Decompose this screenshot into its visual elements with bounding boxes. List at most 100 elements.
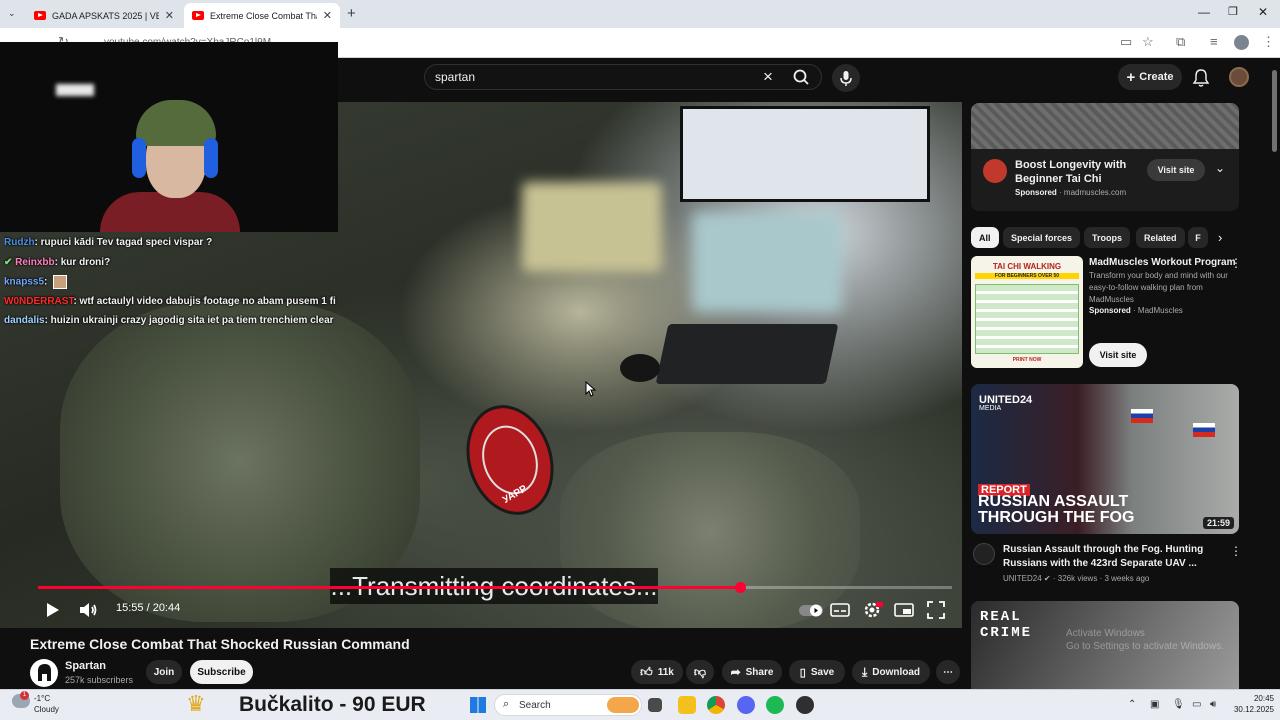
windows-start-icon[interactable]: [470, 697, 486, 713]
search-button[interactable]: [780, 64, 822, 90]
clock-date[interactable]: 30.12.2025: [1230, 705, 1274, 714]
create-button[interactable]: + Create: [1118, 64, 1182, 90]
promo-visit-site-button[interactable]: Visit site: [1089, 343, 1147, 367]
microphone-icon[interactable]: 🎙︎: [1172, 699, 1185, 710]
notifications-bell-icon[interactable]: [1192, 68, 1210, 88]
promo-menu-kebab-icon[interactable]: ⋮: [1230, 256, 1242, 270]
task-view-icon[interactable]: [648, 698, 662, 712]
advertiser-logo: [983, 159, 1007, 183]
join-button[interactable]: Join: [146, 660, 182, 684]
chevron-right-icon[interactable]: ›: [1218, 230, 1222, 245]
new-tab-button[interactable]: +: [347, 5, 356, 22]
dislike-button[interactable]: 👎︎: [686, 660, 714, 684]
voice-search-button[interactable]: [832, 64, 860, 92]
spotify-icon[interactable]: [766, 696, 784, 714]
promo-title[interactable]: MadMuscles Workout Program: [1089, 257, 1236, 268]
rec-channel-name[interactable]: UNITED24: [1003, 574, 1042, 583]
cast-icon[interactable]: ▭: [1120, 34, 1132, 50]
browser-tab-2[interactable]: Extreme Close Combat That Sh ✕: [184, 3, 340, 28]
miniplayer-icon[interactable]: [892, 598, 916, 622]
media-controls-icon[interactable]: ≡: [1210, 34, 1218, 49]
close-tab-icon[interactable]: ✕: [165, 9, 174, 22]
promo-thumb-sub: FOR BEGINNERS OVER 50: [975, 273, 1079, 279]
promo-thumbnail[interactable]: TAI CHI WALKING FOR BEGINNERS OVER 50 PR…: [971, 256, 1083, 368]
chevron-down-icon[interactable]: ⌄: [1215, 161, 1225, 175]
play-icon[interactable]: [40, 598, 64, 622]
extensions-icon[interactable]: ⧉: [1176, 34, 1185, 50]
ad-title[interactable]: Boost Longevity with Beginner Tai Chi: [1015, 158, 1135, 186]
channel-avatar[interactable]: [973, 543, 995, 565]
video-duration: 21:59: [1202, 517, 1234, 529]
fullscreen-icon[interactable]: [924, 598, 948, 622]
rec-menu-kebab-icon[interactable]: ⋮: [1230, 544, 1242, 558]
chip-all[interactable]: All: [971, 227, 999, 248]
taskbar-search[interactable]: ⌕ Search: [494, 694, 642, 716]
progress-bar[interactable]: [38, 582, 952, 593]
chat-text: :: [44, 276, 48, 288]
recommended-video-meta: UNITED24 ✔ · 326k views · 3 weeks ago: [1003, 574, 1149, 583]
sponsored-label: Sponsored: [1089, 306, 1131, 315]
chat-username: dandalis: [4, 315, 45, 326]
file-explorer-icon[interactable]: [678, 696, 696, 714]
streamer-hat: [136, 100, 216, 146]
subtitles-icon[interactable]: [828, 598, 852, 622]
close-tab-icon[interactable]: ✕: [323, 9, 332, 22]
browser-tab-1[interactable]: GADA APSKATS 2025 | VECGAD ✕: [26, 3, 182, 28]
streamer-webcam: [0, 42, 338, 232]
minimize-button[interactable]: —: [1198, 5, 1210, 19]
download-label: Download: [872, 666, 921, 678]
thumb-brand-sub: MEDIA: [979, 405, 1002, 412]
promo-thumb-footer: PRINT NOW: [1012, 357, 1042, 363]
show-hidden-icons-icon[interactable]: ⌃: [1128, 699, 1136, 710]
youtube-favicon-icon: [192, 11, 204, 20]
tab-search-icon[interactable]: ⌄: [8, 8, 16, 19]
channel-avatar[interactable]: [30, 659, 58, 687]
volume-icon[interactable]: [76, 598, 100, 622]
chat-username: Rudzh: [4, 237, 35, 248]
clear-search-icon[interactable]: ×: [763, 67, 773, 87]
account-avatar[interactable]: [1229, 67, 1249, 87]
sponsored-ad-card[interactable]: Boost Longevity with Beginner Tai Chi Sp…: [971, 103, 1239, 211]
promo-advertiser: MadMuscles: [1137, 306, 1183, 315]
recommended-video-thumbnail[interactable]: UNITED24 MEDIA REPORT RUSSIAN ASSAULT TH…: [971, 384, 1239, 534]
chip-related[interactable]: Related: [1136, 227, 1185, 248]
volume-icon[interactable]: 🔊︎: [1210, 699, 1216, 710]
video-title: Extreme Close Combat That Shocked Russia…: [30, 636, 410, 652]
bookmark-star-icon[interactable]: ☆: [1142, 34, 1154, 50]
tray-app-icon[interactable]: ▣: [1150, 699, 1159, 710]
ad-visit-site-button[interactable]: Visit site: [1147, 159, 1205, 181]
watermark-line: Go to Settings to activate Windows.: [1066, 641, 1224, 652]
profile-avatar[interactable]: [1234, 35, 1249, 50]
chat-message: Rudzh: rupuci kādi Tev tagad speci vispa…: [4, 236, 340, 256]
chip-more[interactable]: F: [1188, 227, 1208, 248]
discord-icon[interactable]: [737, 696, 755, 714]
more-horizontal-icon: ⋯: [943, 666, 953, 678]
channel-name[interactable]: Spartan: [65, 660, 106, 672]
display-icon[interactable]: ▭: [1192, 699, 1201, 710]
restore-button[interactable]: ❐: [1228, 5, 1238, 18]
page-scrollbar[interactable]: [1272, 70, 1277, 152]
settings-gear-icon[interactable]: [860, 598, 884, 622]
search-box: ×: [424, 64, 822, 90]
menu-kebab-icon[interactable]: ⋮: [1262, 34, 1275, 50]
autoplay-toggle-icon[interactable]: [798, 598, 824, 622]
stream-promo-text: Bučkalito - 90 EUR: [239, 693, 426, 716]
like-button[interactable]: 👍︎ 11k: [631, 660, 683, 684]
tab-title: GADA APSKATS 2025 | VECGAD: [52, 10, 159, 21]
rec-views: 326k views: [1057, 574, 1098, 583]
search-input[interactable]: [435, 70, 755, 84]
chrome-icon[interactable]: [707, 696, 725, 714]
clock-time[interactable]: 20:45: [1244, 694, 1274, 703]
close-window-button[interactable]: ✕: [1258, 5, 1268, 19]
chip-troops[interactable]: Troops: [1084, 227, 1131, 248]
subscribe-button[interactable]: Subscribe: [190, 660, 253, 684]
obs-icon[interactable]: [796, 696, 814, 714]
chip-special-forces[interactable]: Special forces: [1003, 227, 1081, 248]
more-actions-button[interactable]: ⋯: [936, 660, 960, 684]
download-button[interactable]: ⤓ Download: [852, 660, 930, 684]
ad-domain: madmuscles.com: [1063, 188, 1127, 197]
recommended-video-title[interactable]: Russian Assault through the Fog. Hunting…: [1003, 543, 1221, 571]
chat-message: knapss5:: [4, 275, 340, 295]
save-button[interactable]: ▯ Save: [789, 660, 845, 684]
share-button[interactable]: ➦ Share: [722, 660, 782, 684]
